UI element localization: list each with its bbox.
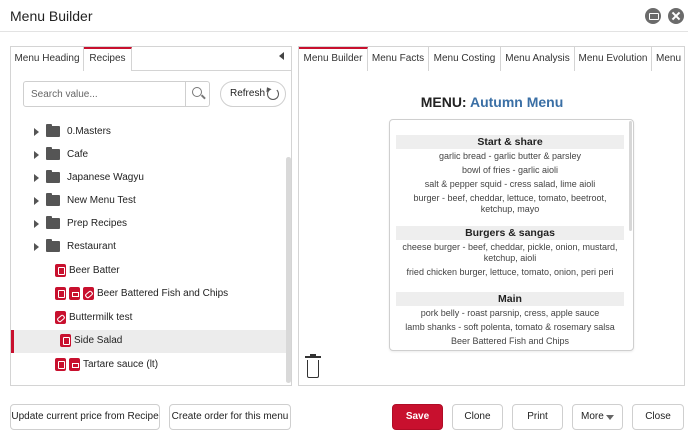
window-title: Menu Builder [10,8,93,24]
menu-item[interactable]: burger - beef, cheddar, lettuce, tomato,… [390,191,630,216]
trash-icon[interactable] [304,354,322,379]
menu-title-prefix: MENU: [420,94,467,110]
print-button[interactable]: Print [512,404,563,430]
create-order-button[interactable]: Create order for this menu [169,404,291,430]
refresh-button[interactable]: Refresh [220,81,286,107]
tree-folder[interactable]: Japanese Wagyu [11,167,287,190]
caret-right-icon[interactable] [34,151,39,159]
tree-folder[interactable]: Cafe [11,144,287,167]
tab-recipes[interactable]: Recipes [84,47,132,71]
tab-menu-builder[interactable]: Menu Builder [299,47,368,71]
recipe-icon [60,334,71,347]
search-box [23,81,210,107]
link-icon [55,311,66,324]
tree-label: New Menu Test [67,195,136,206]
tab-menu-evolution[interactable]: Menu Evolution [575,47,652,71]
caret-right-icon[interactable] [34,243,39,251]
tree-folder[interactable]: 0.Masters [11,121,287,144]
caret-right-icon[interactable] [34,128,39,136]
recipe-icon [55,358,66,371]
minimize-icon[interactable] [645,8,661,24]
tree-label: Cafe [67,149,89,160]
tree-label: Prep Recipes [67,218,128,229]
link-icon [83,287,94,300]
menu-item[interactable]: pork belly - roast parsnip, cress, apple… [390,306,630,320]
menu-builder-panel: Menu Builder Menu Facts Menu Costing Men… [298,46,685,386]
chevron-down-icon [606,415,614,420]
search-input[interactable] [24,82,184,106]
section-heading[interactable]: Main [396,292,624,306]
sub-recipe-icon [69,358,80,371]
recipes-panel: Menu Heading Recipes Refresh 0.Masters C… [10,46,292,386]
tree-folder[interactable]: New Menu Test [11,190,287,213]
menu-title: MENU: Autumn Menu [299,94,684,110]
tree-folder[interactable]: Restaurant [11,236,287,259]
menu-item[interactable]: salt & pepper squid - cress salad, lime … [390,177,630,191]
folder-icon [46,170,60,183]
update-price-button[interactable]: Update current price from Recipe [10,404,160,430]
collapse-panel-icon[interactable] [279,52,284,60]
refresh-icon [267,88,279,100]
refresh-button-label: Refresh [230,88,266,99]
menu-item[interactable]: bowl of fries - garlic aioli [390,163,630,177]
left-tab-bar: Menu Heading Recipes [11,47,291,71]
tab-menu-facts[interactable]: Menu Facts [368,47,429,71]
close-icon[interactable] [668,8,684,24]
trash-body [307,360,319,378]
tab-menu-costing[interactable]: Menu Costing [429,47,501,71]
tree-label: Tartare sauce (lt) [83,359,159,370]
tab-menu[interactable]: Menu [652,47,684,71]
tree-recipe-selected[interactable]: Side Salad [11,330,287,353]
save-button[interactable]: Save [392,404,443,430]
menu-name: Autumn Menu [469,94,564,110]
folder-icon [46,216,60,229]
caret-right-icon[interactable] [34,174,39,182]
more-button-label: More [581,411,604,422]
menu-section: Start & share garlic bread - garlic butt… [390,135,630,216]
clone-button[interactable]: Clone [452,404,503,430]
tree-label: Japanese Wagyu [67,172,144,183]
trash-lid [305,354,321,358]
tree-label: Beer Batter [69,265,120,276]
recipe-tree: 0.Masters Cafe Japanese Wagyu New Menu T… [11,121,287,383]
folder-icon [46,239,60,252]
tree-label: Beer Battered Fish and Chips [97,288,229,299]
recipe-icon [55,287,66,300]
tree-recipe[interactable]: Beer Batter [11,260,287,283]
close-button[interactable]: Close [632,404,684,430]
section-heading[interactable]: Burgers & sangas [396,226,624,240]
right-tab-bar: Menu Builder Menu Facts Menu Costing Men… [299,47,684,71]
tree-label: Buttermilk test [69,312,133,323]
tab-menu-heading[interactable]: Menu Heading [11,47,84,71]
menu-item[interactable]: garlic bread - garlic butter & parsley [390,149,630,163]
tab-menu-analysis[interactable]: Menu Analysis [501,47,575,71]
folder-icon [46,124,60,137]
tree-recipe[interactable]: Beer Battered Fish and Chips [11,283,287,306]
menu-preview[interactable]: Start & share garlic bread - garlic butt… [389,119,634,351]
caret-right-icon[interactable] [34,197,39,205]
search-icon[interactable] [185,82,209,106]
menu-item[interactable]: Beer Battered Fish and Chips [390,334,630,348]
tree-scrollbar-thumb[interactable] [286,157,291,383]
tree-recipe[interactable]: Buttermilk test [11,307,287,330]
tree-label: 0.Masters [67,126,111,137]
tree-recipe[interactable]: Tartare sauce (lt) [11,354,287,377]
tree-scrollbar[interactable] [286,157,291,383]
tree-label: Side Salad [74,335,123,346]
menu-item[interactable]: fried chicken burger, lettuce, tomato, o… [390,265,630,279]
more-button[interactable]: More [572,404,623,430]
title-bar: Menu Builder [0,0,688,32]
folder-icon [46,147,60,160]
menu-item[interactable]: cheese burger - beef, cheddar, pickle, o… [390,240,630,265]
caret-right-icon[interactable] [34,220,39,228]
sub-recipe-icon [69,287,80,300]
folder-icon [46,193,60,206]
menu-item[interactable]: lamb shanks - soft polenta, tomato & ros… [390,320,630,334]
tree-folder[interactable]: Prep Recipes [11,213,287,236]
menu-section: Burgers & sangas cheese burger - beef, c… [390,226,630,279]
recipe-icon [55,264,66,277]
menu-section: Main pork belly - roast parsnip, cress, … [390,292,630,348]
section-heading[interactable]: Start & share [396,135,624,149]
tree-label: Restaurant [67,241,116,252]
